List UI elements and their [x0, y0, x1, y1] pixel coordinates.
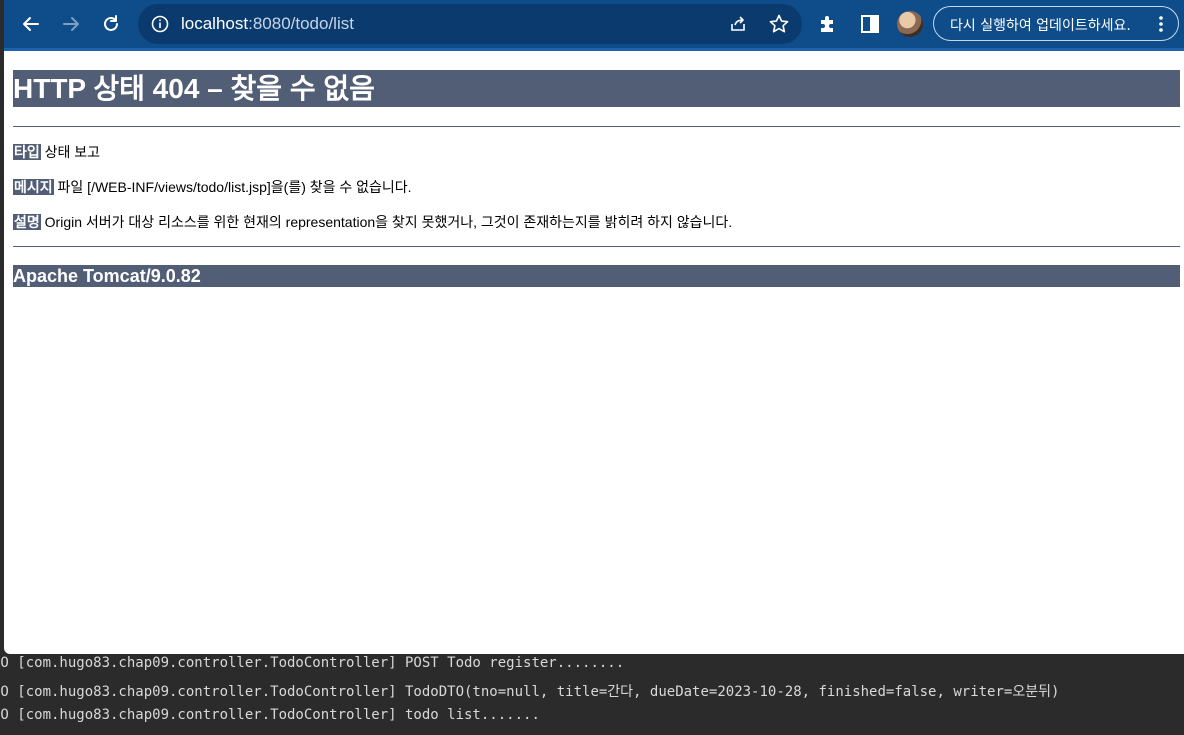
console-line: FO [com.hugo83.chap09.controller.TodoCon… — [0, 684, 1060, 700]
error-page: HTTP 상태 404 – 찾을 수 없음 타입 상태 보고 메시지 파일 [/… — [13, 70, 1180, 287]
url-host: localhost — [181, 14, 249, 33]
bookmark-star-icon[interactable] — [768, 13, 790, 35]
update-button[interactable]: 다시 실행하여 업데이트하세요. — [933, 6, 1179, 41]
share-icon[interactable] — [728, 14, 748, 34]
page-title: HTTP 상태 404 – 찾을 수 없음 — [13, 70, 1180, 107]
site-info-icon[interactable] — [150, 14, 170, 34]
reload-button[interactable] — [96, 9, 126, 39]
type-value: 상태 보고 — [44, 144, 101, 160]
browser-toolbar: localhost:8080/todo/list 다시 실행하여 업데이트하세요… — [4, 0, 1184, 51]
message-row: 메시지 파일 [/WEB-INF/views/todo/list.jsp]을(를… — [13, 178, 1180, 196]
description-label: 설명 — [13, 214, 41, 230]
side-panel-icon[interactable] — [859, 13, 881, 35]
divider — [13, 246, 1180, 247]
arrow-right-icon — [63, 17, 79, 31]
description-value: Origin 서버가 대상 리소스를 위한 현재의 representation… — [44, 214, 733, 230]
url-text[interactable]: localhost:8080/todo/list — [181, 14, 354, 34]
back-button[interactable] — [16, 9, 46, 39]
extensions-puzzle-icon[interactable] — [817, 13, 839, 35]
message-value: 파일 [/WEB-INF/views/todo/list.jsp]을(를) 찾을… — [57, 179, 412, 195]
type-row: 타입 상태 보고 — [13, 143, 1180, 161]
server-footer: Apache Tomcat/9.0.82 — [13, 265, 1180, 287]
profile-avatar[interactable] — [897, 11, 923, 37]
update-button-label: 다시 실행하여 업데이트하세요. — [950, 18, 1131, 34]
ide-console: FO [com.hugo83.chap09.controller.TodoCon… — [0, 655, 1184, 735]
divider — [13, 126, 1180, 127]
more-menu-icon[interactable] — [1152, 14, 1170, 34]
description-row: 설명 Origin 서버가 대상 리소스를 위한 현재의 representat… — [13, 213, 1180, 231]
url-path: :8080/todo/list — [248, 14, 354, 33]
address-bar[interactable]: localhost:8080/todo/list — [138, 4, 802, 44]
type-label: 타입 — [13, 144, 41, 160]
message-label: 메시지 — [13, 179, 54, 195]
reload-icon — [104, 15, 118, 31]
console-line: FO [com.hugo83.chap09.controller.TodoCon… — [0, 655, 625, 671]
browser-window: localhost:8080/todo/list 다시 실행하여 업데이트하세요… — [4, 0, 1184, 654]
arrow-left-icon — [23, 17, 39, 31]
console-line: FO [com.hugo83.chap09.controller.TodoCon… — [0, 707, 540, 723]
forward-button[interactable] — [56, 9, 86, 39]
